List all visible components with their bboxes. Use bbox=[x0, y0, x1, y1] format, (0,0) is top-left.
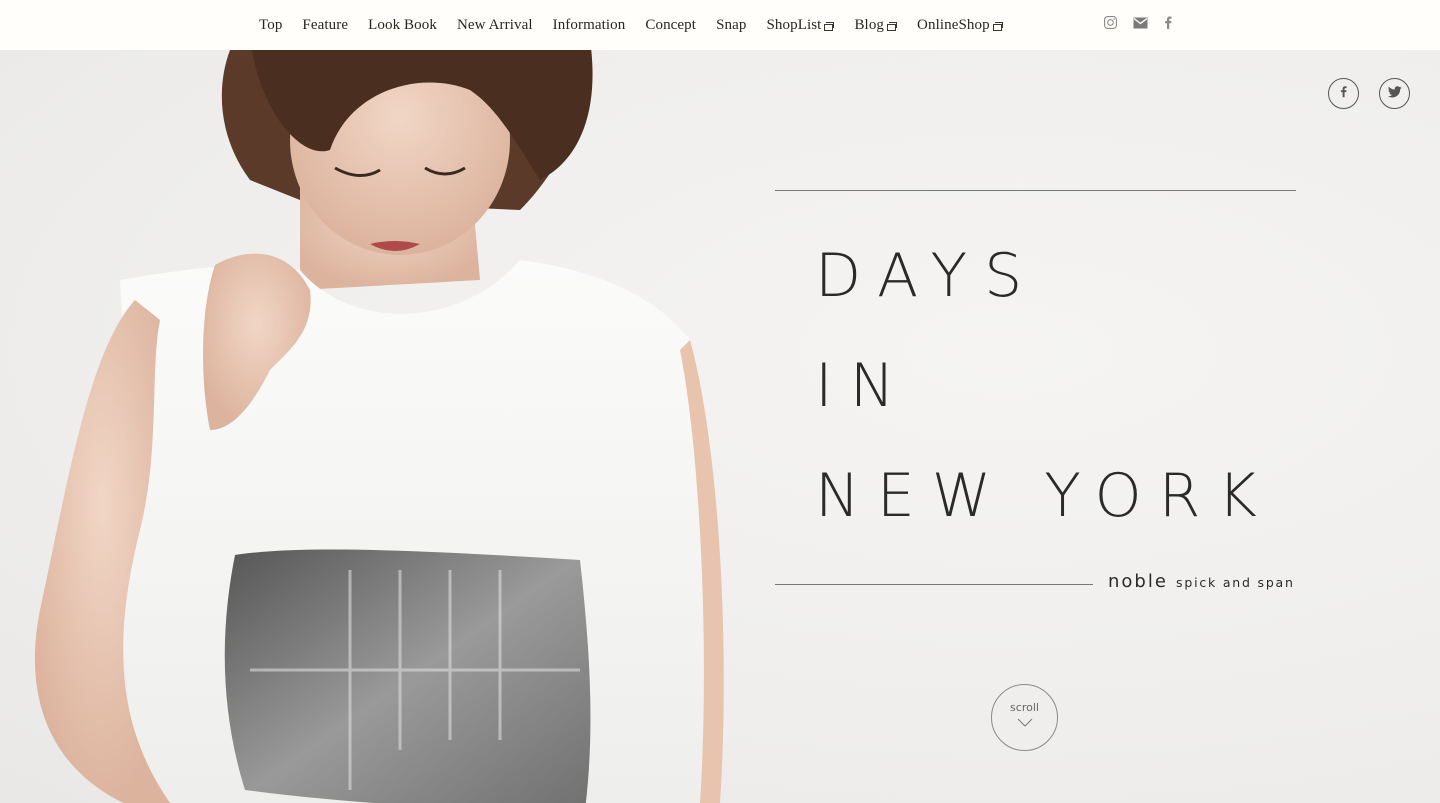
nav-item-onlineshop[interactable]: OnlineShop bbox=[917, 17, 1003, 34]
headline-line-1: DAYS bbox=[815, 241, 1040, 311]
share-buttons bbox=[1328, 78, 1410, 109]
facebook-icon[interactable] bbox=[1164, 16, 1172, 34]
headline-line-2: IN bbox=[815, 351, 912, 421]
brand-tagline: spick and span bbox=[1176, 575, 1295, 590]
nav-item-top[interactable]: Top bbox=[259, 17, 282, 34]
hero-model-photo bbox=[34, 50, 724, 803]
external-link-icon bbox=[887, 21, 898, 31]
nav-item-concept[interactable]: Concept bbox=[645, 17, 696, 34]
scroll-button[interactable]: scroll bbox=[991, 684, 1058, 751]
brand-name: noble bbox=[1108, 571, 1168, 592]
nav-item-look-book[interactable]: Look Book bbox=[368, 17, 437, 34]
nav-label: Top bbox=[259, 16, 283, 33]
nav-item-shoplist[interactable]: ShopList bbox=[766, 16, 835, 34]
main-nav: Top Feature Look Book New Arrival Inform… bbox=[259, 0, 1023, 50]
top-navigation-bar: Top Feature Look Book New Arrival Inform… bbox=[0, 0, 1440, 50]
scroll-label: scroll bbox=[1010, 701, 1039, 714]
external-link-icon bbox=[992, 21, 1003, 31]
facebook-share-button[interactable] bbox=[1328, 78, 1359, 109]
nav-label: ShopList bbox=[766, 16, 822, 33]
headline-top-rule bbox=[775, 190, 1296, 191]
nav-label: Concept bbox=[645, 16, 697, 33]
twitter-icon bbox=[1387, 85, 1402, 103]
facebook-icon bbox=[1340, 85, 1347, 103]
chevron-down-icon bbox=[1017, 714, 1033, 732]
twitter-share-button[interactable] bbox=[1379, 78, 1410, 109]
nav-item-information[interactable]: Information bbox=[553, 17, 626, 34]
nav-label: Blog bbox=[854, 16, 885, 33]
instagram-icon[interactable] bbox=[1104, 16, 1117, 34]
headline-bottom-rule bbox=[775, 584, 1093, 585]
nav-item-feature[interactable]: Feature bbox=[302, 17, 348, 34]
nav-label: OnlineShop bbox=[917, 16, 990, 33]
nav-label: New Arrival bbox=[456, 16, 533, 33]
nav-label: Snap bbox=[716, 16, 747, 33]
external-link-icon bbox=[824, 21, 835, 31]
header-social-links bbox=[1104, 16, 1172, 34]
headline-line-3: NEW YORK bbox=[815, 461, 1274, 531]
nav-item-blog[interactable]: Blog bbox=[854, 16, 898, 34]
brand-signature: noble spick and span bbox=[1108, 571, 1295, 592]
nav-label: Feature bbox=[302, 16, 349, 33]
mail-icon[interactable] bbox=[1133, 16, 1148, 34]
nav-item-snap[interactable]: Snap bbox=[716, 17, 746, 34]
nav-item-new-arrival[interactable]: New Arrival bbox=[457, 17, 533, 34]
nav-label: Information bbox=[552, 16, 626, 33]
nav-label: Look Book bbox=[368, 16, 437, 33]
hero-section: DAYS IN NEW YORK noble spick and span sc… bbox=[0, 50, 1440, 803]
